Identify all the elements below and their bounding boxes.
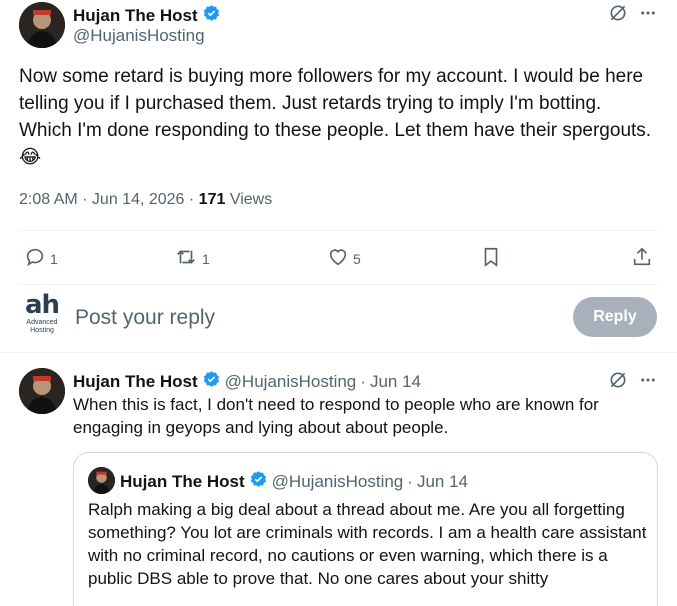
like-action[interactable]: 5 [327,246,361,271]
dot-separator: · [360,372,366,391]
reply-author-name[interactable]: Hujan The Host [73,372,198,392]
reply-icon [24,246,46,271]
reply-count: 1 [50,250,58,267]
retweet-icon [174,246,198,271]
dot-separator: · [407,472,413,491]
reply-button[interactable]: Reply [573,297,657,337]
reply-input[interactable]: Post your reply [75,306,215,330]
reply-author-avatar[interactable] [19,368,65,414]
grok-icon[interactable] [608,370,628,395]
retweet-count: 1 [202,250,210,267]
author-name[interactable]: Hujan The Host [73,6,198,26]
composer-avatar[interactable]: ah Advanced Hosting [20,292,64,336]
reply-author-handle[interactable]: @HujanisHosting [225,372,357,392]
verified-badge-icon [202,370,221,394]
bookmark-icon[interactable] [480,246,502,268]
views-label: Views [229,191,273,208]
author-avatar[interactable] [19,2,65,48]
reply-text: When this is fact, I don't need to respo… [73,395,599,437]
more-icon[interactable] [639,371,657,394]
views-count: 171 [198,191,226,208]
divider [19,230,658,231]
grok-icon[interactable] [608,3,628,28]
quoted-author-avatar [88,467,115,494]
reply-date[interactable]: Jun 14 [370,372,421,392]
verified-badge-icon [249,470,268,494]
divider [0,352,677,353]
quoted-author-name: Hujan The Host [120,472,245,491]
composer-logo-sub: Advanced Hosting [26,319,58,334]
reply-action[interactable]: 1 [24,246,58,271]
quoted-author-handle: @HujanisHosting [271,472,404,491]
like-count: 5 [353,250,361,267]
quoted-text: Ralph making a big deal about a thread a… [88,500,647,588]
quoted-date: Jun 14 [416,472,468,491]
quoted-tweet[interactable]: Hujan The Host @HujanisHosting · Jun 14 … [73,452,658,606]
composer-logo-text: ah [24,290,60,320]
more-icon[interactable] [639,4,657,27]
tweet-text: Now some retard is buying more followers… [19,66,652,168]
retweet-action[interactable]: 1 [174,246,210,271]
tweet-timestamp[interactable]: 2:08 AM · Jun 14, 2026 · [19,191,199,208]
share-icon[interactable] [631,246,653,268]
author-handle[interactable]: @HujanisHosting [73,26,205,46]
like-icon [327,246,349,271]
verified-badge-icon [202,4,221,28]
divider [19,284,658,285]
